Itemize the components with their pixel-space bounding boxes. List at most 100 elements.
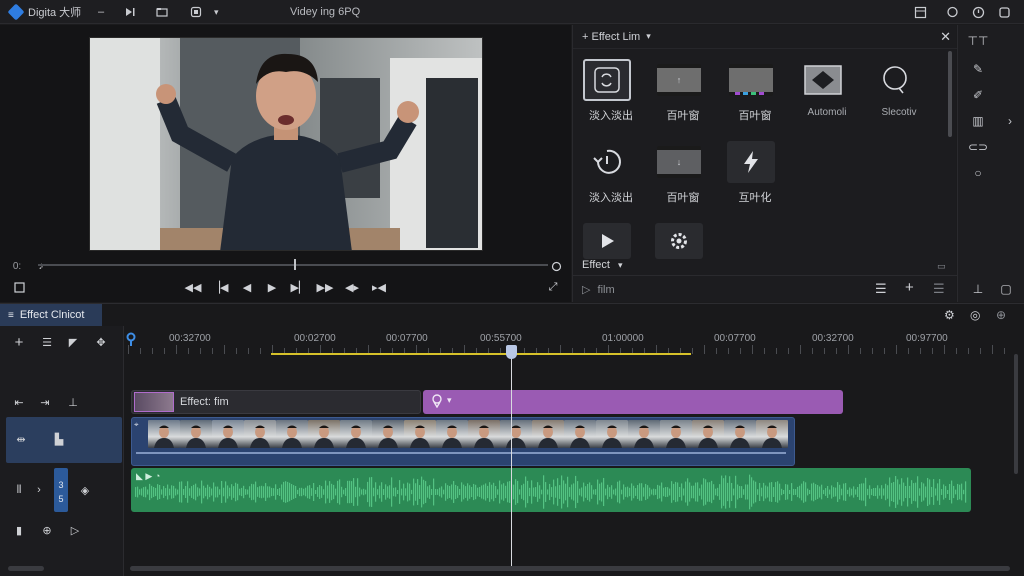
effects-header[interactable]: + Effect Lim ▾ ✕: [573, 25, 957, 49]
waveform-bar: [265, 483, 267, 501]
waveform-bar: [217, 486, 219, 498]
add-track-icon[interactable]: +: [10, 334, 28, 351]
waveform-bar: [885, 483, 887, 501]
audio-level-indicator[interactable]: 35: [54, 468, 68, 512]
effect-track-icon[interactable]: ⇤: [10, 394, 28, 410]
scroll-down-icon[interactable]: ▭: [937, 261, 946, 272]
marker-pin-icon[interactable]: [126, 332, 136, 346]
video-lock-icon[interactable]: ▙: [50, 431, 68, 447]
chevron-down-icon[interactable]: ▾: [646, 31, 651, 42]
skip-start-icon[interactable]: ◀◀: [184, 278, 202, 296]
chat-bubble-icon[interactable]: ○: [970, 165, 986, 181]
waveform-bar: [389, 485, 391, 499]
timeline-vertical-scrollbar[interactable]: [1014, 354, 1018, 474]
effects-panel: + Effect Lim ▾ ✕ 淡入淡出 ↑ 百叶窗 百叶窗 Automoli: [572, 25, 957, 302]
effect-clip-purple[interactable]: ▾: [423, 390, 843, 414]
audio-track-icon[interactable]: ⫴: [10, 482, 28, 498]
layout-icon[interactable]: [914, 0, 927, 24]
waveform-bar: [425, 481, 427, 503]
effect-selective[interactable]: Slecotiv: [867, 55, 933, 127]
ruler-label: 01:00000: [602, 333, 644, 344]
trim-icon[interactable]: ⊤⊤: [968, 33, 989, 49]
pen-icon[interactable]: ✎: [970, 61, 986, 77]
timeline-horizontal-scrollbar[interactable]: [130, 566, 1010, 571]
minimize-icon[interactable]: –: [98, 0, 104, 24]
video-preview[interactable]: [89, 37, 483, 251]
waveform-bar: [537, 482, 539, 502]
export-icon[interactable]: [190, 0, 202, 24]
snap-icon[interactable]: ◎: [970, 308, 980, 322]
chevron-right-icon[interactable]: ›: [1002, 113, 1018, 129]
timeline-tab[interactable]: ≡ Effect Clnicot: [0, 304, 102, 326]
loop-icon[interactable]: [547, 257, 565, 275]
waveform-bar: [185, 485, 187, 499]
effect-track-add-icon[interactable]: ⊥: [64, 394, 82, 410]
track-header-scrollbar[interactable]: [8, 566, 44, 571]
chevron-down-icon[interactable]: ▾: [214, 0, 219, 24]
panel-scrollbar[interactable]: [948, 51, 952, 137]
skip-end-icon[interactable]: ▶▶: [316, 278, 334, 296]
effect-blinds[interactable]: ↑ 百叶窗: [651, 55, 717, 127]
next-frame-icon[interactable]: ▶▏: [290, 278, 308, 296]
preview-scrubber[interactable]: [38, 264, 548, 266]
audio-clip[interactable]: ◣ ▶ ◔: [131, 468, 971, 512]
volume-icon[interactable]: ♪: [32, 257, 50, 275]
zoom-icon[interactable]: ⊕: [996, 308, 1006, 322]
list-icon[interactable]: ☰: [933, 281, 945, 297]
effect-category-dropdown[interactable]: Effect ▾: [582, 259, 623, 271]
waveform-bar: [951, 480, 953, 504]
close-icon[interactable]: ✕: [940, 29, 951, 45]
waveform-bar: [903, 482, 905, 502]
waveform-bar: [959, 484, 961, 500]
fullscreen-icon[interactable]: ⤢: [544, 278, 562, 296]
video-frame-thumbnail: [308, 420, 340, 448]
settings-icon[interactable]: [998, 0, 1011, 24]
tag-icon[interactable]: ◤: [64, 334, 82, 350]
effect-blinds-3[interactable]: ↓ 百叶窗: [651, 137, 717, 209]
video-clip[interactable]: ⌖: [131, 417, 795, 466]
effect-automatic[interactable]: Automoli: [795, 55, 861, 127]
play-icon[interactable]: ▶: [263, 278, 281, 296]
effect-settings[interactable]: [651, 219, 717, 279]
waveform-bar: [869, 485, 871, 499]
square-icon[interactable]: ▢: [998, 281, 1014, 297]
aspect-ratio-icon[interactable]: [10, 278, 28, 296]
link-icon[interactable]: ⊂⊃: [968, 139, 988, 155]
video-track-icon[interactable]: ⇹: [12, 431, 30, 447]
app-brand[interactable]: Digita 大师: [7, 0, 81, 24]
mark-in-icon[interactable]: ◀▸: [343, 278, 361, 296]
effect-flash[interactable]: 互叶化: [723, 137, 789, 209]
menu-icon[interactable]: ☰: [875, 281, 887, 297]
mark-out-icon[interactable]: ▸◀: [370, 278, 388, 296]
audio-speaker-icon[interactable]: ›: [30, 482, 48, 498]
split-icon[interactable]: ⊥: [970, 281, 986, 297]
help-icon[interactable]: [972, 0, 985, 24]
video-track-header[interactable]: ⇹ ▙: [6, 417, 122, 463]
scrubber-handle[interactable]: [294, 259, 296, 270]
waveform-bar: [761, 487, 763, 497]
settings-gear-icon[interactable]: ⚙: [944, 308, 955, 322]
effect-clip[interactable]: Effect: fim: [131, 390, 421, 414]
playhead-handle[interactable]: [506, 345, 517, 359]
folder-icon[interactable]: [156, 0, 168, 24]
waveform-bar: [675, 481, 677, 503]
stack-icon[interactable]: ☰: [38, 334, 56, 350]
mic-icon[interactable]: ▮: [10, 522, 28, 538]
effect-blinds-2[interactable]: 百叶窗: [723, 55, 789, 127]
prev-frame-icon[interactable]: ▕◀: [211, 278, 229, 296]
effect-track-lock-icon[interactable]: ⇥: [36, 394, 54, 410]
bars-icon[interactable]: ▥: [970, 113, 986, 129]
effect-fade[interactable]: 淡入淡出: [579, 55, 645, 127]
work-area-range[interactable]: [271, 353, 691, 355]
audio-mute-icon[interactable]: ◈: [76, 482, 94, 498]
play-forward-icon[interactable]: [124, 0, 136, 24]
step-back-icon[interactable]: ◀: [238, 278, 256, 296]
forward-icon[interactable]: ▷: [66, 522, 84, 538]
record-icon[interactable]: ⊕: [38, 522, 56, 538]
brush-icon[interactable]: ✐: [970, 87, 986, 103]
chat-icon[interactable]: [946, 0, 959, 24]
effect-fade-2[interactable]: 淡入淡出: [579, 137, 645, 209]
film-filter[interactable]: ▷ film: [582, 283, 615, 296]
move-icon[interactable]: ✥: [92, 334, 110, 350]
add-icon[interactable]: +: [905, 279, 914, 296]
